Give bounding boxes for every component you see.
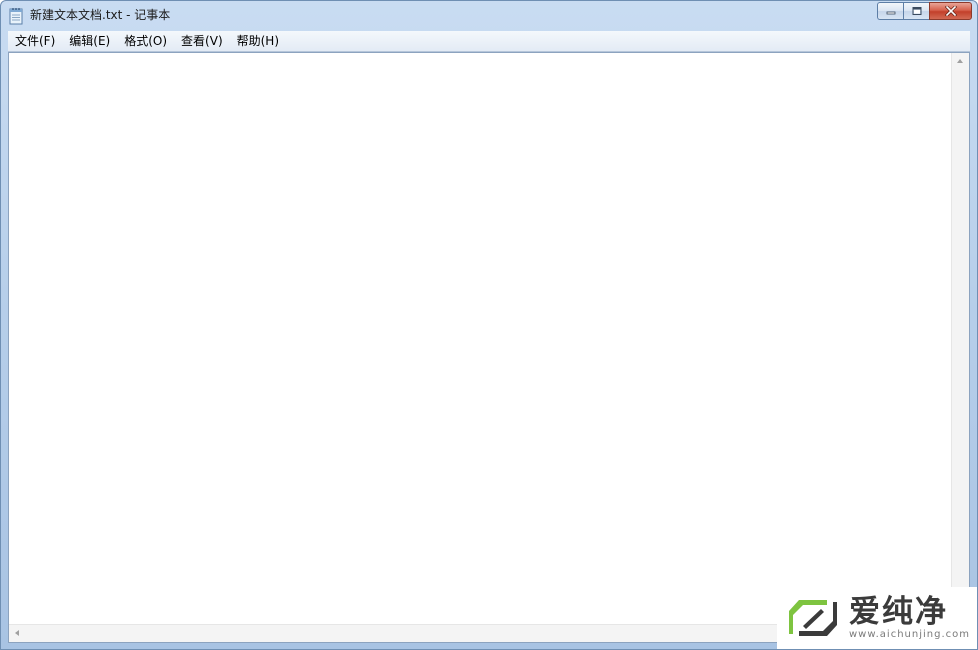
watermark-brand: 爱纯净 [849, 594, 948, 630]
caption-buttons [877, 2, 972, 21]
minimize-button[interactable] [877, 2, 903, 20]
watermark-site: www.aichunjing.com [849, 629, 970, 640]
menu-bar: 文件(F) 编辑(E) 格式(O) 查看(V) 帮助(H) [8, 31, 970, 52]
vertical-scrollbar[interactable] [951, 53, 969, 625]
menu-view[interactable]: 查看(V) [174, 32, 230, 50]
menu-format[interactable]: 格式(O) [117, 32, 174, 50]
menu-file[interactable]: 文件(F) [8, 32, 62, 50]
window-title: 新建文本文档.txt - 记事本 [30, 8, 171, 22]
minimize-icon [886, 11, 895, 15]
maximize-button[interactable] [903, 2, 929, 20]
notepad-icon [9, 8, 23, 25]
text-editor-area[interactable] [8, 52, 970, 643]
maximize-icon [912, 7, 921, 15]
close-button[interactable] [929, 2, 972, 20]
menu-edit[interactable]: 编辑(E) [62, 32, 117, 50]
watermark: 爱纯净 www.aichunjing.com [777, 587, 977, 649]
menu-help[interactable]: 帮助(H) [230, 32, 286, 50]
notepad-window: 新建文本文档.txt - 记事本 文件(F) 编辑(E) 格式(O) 查看(V)… [0, 0, 978, 650]
scroll-left-arrow-icon[interactable] [15, 630, 19, 636]
scroll-up-arrow-icon[interactable] [957, 59, 963, 63]
aichunjing-logo-icon [789, 600, 837, 636]
title-bar[interactable]: 新建文本文档.txt - 记事本 [1, 1, 977, 31]
close-icon [944, 6, 957, 16]
